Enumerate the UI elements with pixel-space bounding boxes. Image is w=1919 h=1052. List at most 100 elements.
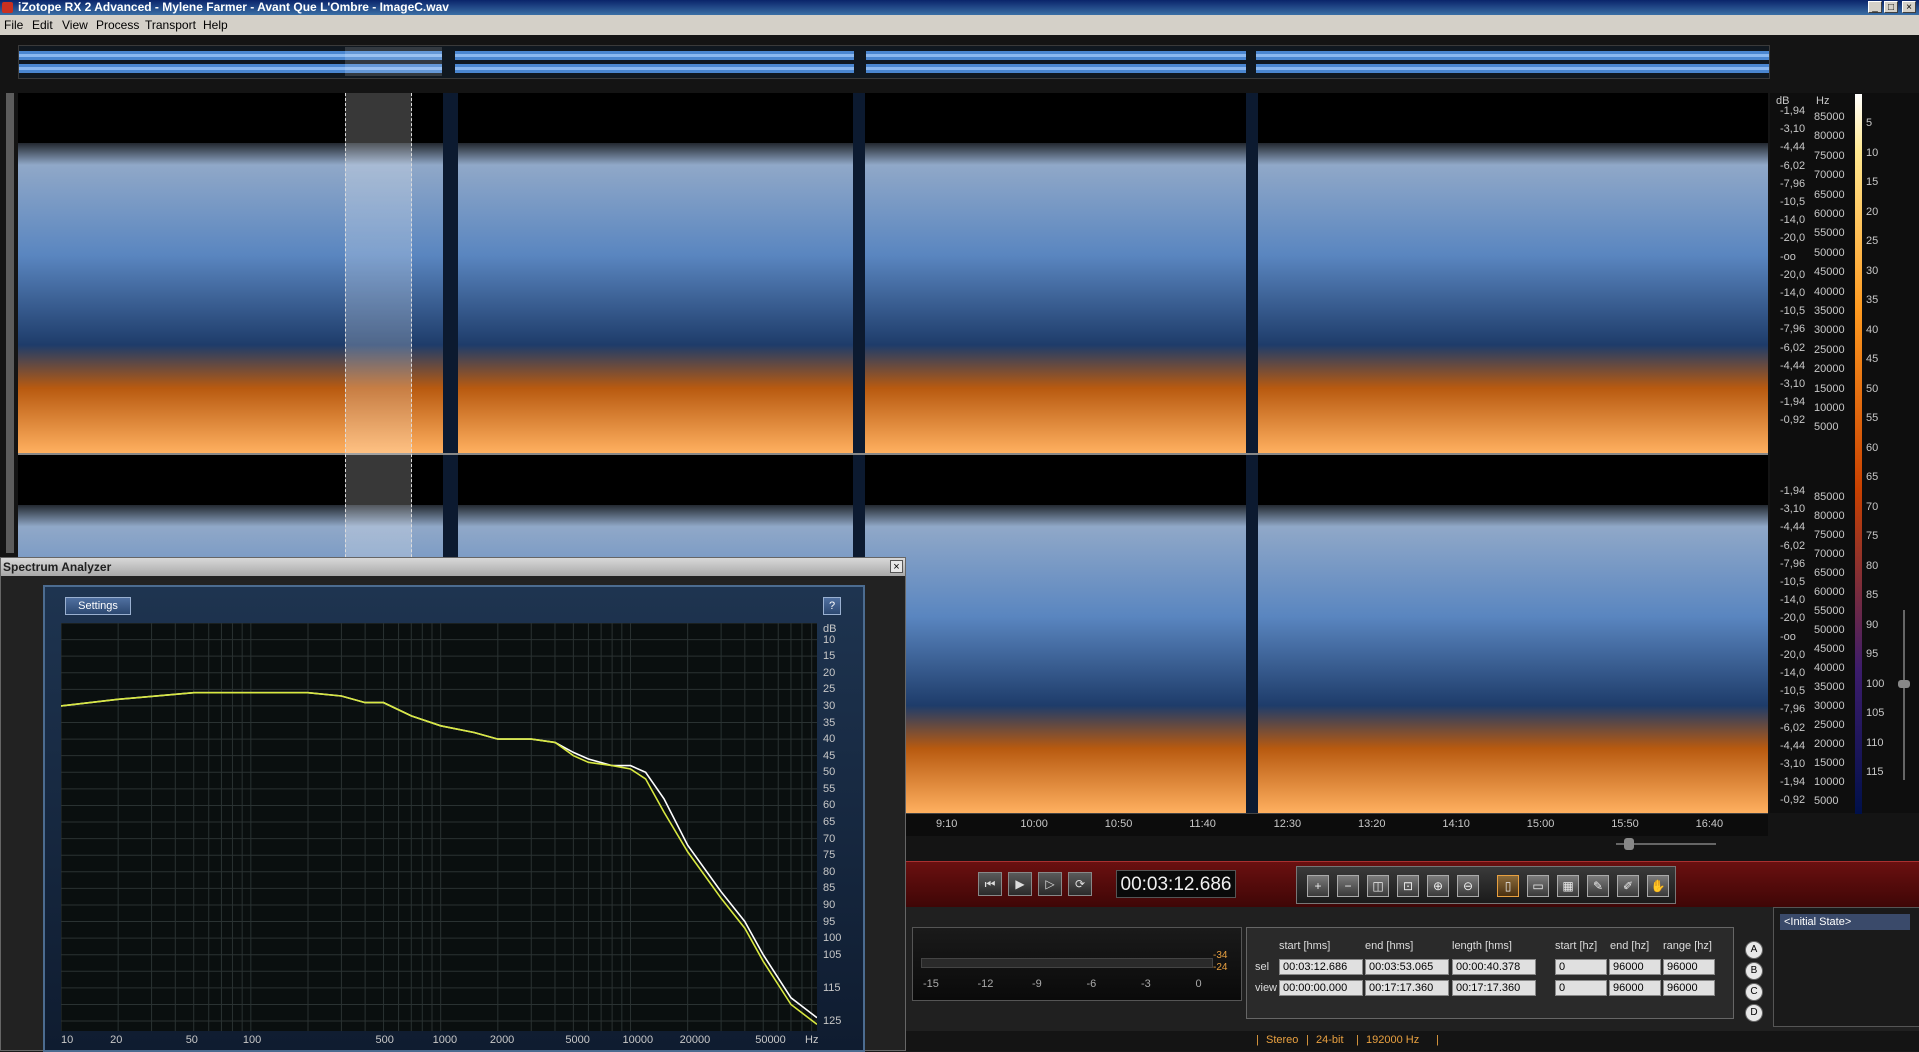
sel-range-hz-field[interactable]: 96000	[1663, 959, 1715, 975]
snapshot-d-button[interactable]: D	[1745, 1004, 1763, 1022]
menu-help[interactable]: Help	[203, 18, 228, 32]
colorbar-tick-label: 65	[1866, 471, 1879, 483]
sel-start-hz-field[interactable]: 0	[1555, 959, 1607, 975]
hz-tick-label: 45000	[1814, 266, 1845, 279]
zoom-freq-icon[interactable]: ⊖	[1457, 875, 1479, 897]
sel-end-hz-field[interactable]: 96000	[1609, 959, 1661, 975]
sel-end-hms-field[interactable]: 00:03:53.065	[1365, 959, 1449, 975]
db-tick-label: -oo	[1780, 250, 1796, 263]
status-divider: |	[1356, 1034, 1359, 1046]
horizontal-zoom-slider[interactable]	[1600, 836, 1740, 852]
menu-process[interactable]: Process	[96, 18, 139, 32]
snapshot-a-button[interactable]: A	[1745, 941, 1763, 959]
play-selection-button[interactable]: ▷	[1038, 872, 1062, 896]
zoom-all-icon[interactable]: ⊡	[1397, 875, 1419, 897]
hz-tick-label: 40000	[1814, 662, 1845, 674]
view-length-hms-field[interactable]: 00:17:17.360	[1452, 980, 1536, 996]
hz-unit-label: Hz	[1816, 95, 1830, 107]
freq-tick-label: 100	[242, 1034, 262, 1046]
spectrum-freq-axis: 10 20 50 100 500 1000 2000 5000 10000 20000 50000 H…	[61, 1034, 861, 1050]
hz-tick-label: 5000	[1814, 421, 1839, 434]
db-tick-label: -10,5	[1780, 685, 1806, 698]
vertical-zoom-slider[interactable]	[1897, 600, 1911, 800]
zoom-in-icon[interactable]: +	[1307, 875, 1329, 897]
db-tick-label: 50	[823, 766, 836, 779]
freq-tick-label: 1000	[432, 1034, 458, 1046]
spectrogram-channel-left	[18, 93, 1768, 453]
lasso-icon[interactable]: ✎	[1587, 875, 1609, 897]
view-start-hz-field[interactable]: 0	[1555, 980, 1607, 996]
menu-transport[interactable]: Transport	[145, 18, 196, 32]
hz-tick-label: 60000	[1814, 208, 1845, 220]
time-tick-label: 9:10	[936, 818, 958, 830]
db-tick-label: 30	[823, 699, 836, 712]
hz-tick-label: 45000	[1814, 643, 1845, 655]
db-tick-label: -10,5	[1780, 305, 1806, 318]
overview-selection[interactable]	[345, 47, 442, 76]
hz-tick-label: 25000	[1814, 719, 1845, 731]
waveform-overview[interactable]	[18, 45, 1770, 79]
close-button[interactable]: ×	[1902, 1, 1916, 13]
menu-view[interactable]: View	[62, 18, 88, 32]
snapshot-buttons: A B C D	[1745, 941, 1763, 1022]
db-tick-label: -4,44	[1780, 739, 1806, 752]
menu-edit[interactable]: Edit	[32, 18, 53, 32]
play-button[interactable]: ▶	[1008, 872, 1032, 896]
settings-button[interactable]: Settings	[65, 597, 131, 615]
hand-icon[interactable]: ✋	[1647, 875, 1669, 897]
time-select-icon[interactable]: ▯	[1497, 875, 1519, 897]
hz-tick-label: 15000	[1814, 382, 1845, 395]
meter-tick-label: -15	[923, 978, 939, 990]
zoom-selection-icon[interactable]: ◫	[1367, 875, 1389, 897]
meter-peak-top: -34	[1213, 950, 1228, 961]
history-item-initial[interactable]: <Initial State>	[1780, 914, 1910, 930]
sel-start-hms-field[interactable]: 00:03:12.686	[1279, 959, 1363, 975]
vertical-zoom-handle[interactable]	[1898, 680, 1910, 688]
db-tick-label: -6,02	[1780, 159, 1806, 172]
hz-tick-label: 80000	[1814, 510, 1845, 522]
db-tick-label: -7,96	[1780, 703, 1806, 716]
colorbar-tick-label: 105	[1866, 707, 1885, 719]
zoom-out-icon[interactable]: −	[1337, 875, 1359, 897]
sel-length-hms-field[interactable]: 00:00:40.378	[1452, 959, 1536, 975]
freq-tick-label: 20	[110, 1034, 123, 1046]
skip-to-start-button[interactable]: ⏮	[978, 872, 1002, 896]
minimize-button[interactable]: _	[1868, 1, 1882, 13]
hz-tick-label: 10000	[1814, 402, 1845, 414]
help-button[interactable]: ?	[823, 597, 841, 615]
loop-button[interactable]: ⟳	[1068, 872, 1092, 896]
db-tick-label: -0,92	[1780, 794, 1806, 807]
db-tick-label: -3,10	[1780, 123, 1806, 136]
db-tick-label: -3,10	[1780, 378, 1806, 390]
spectrum-analyzer-titlebar[interactable]: Spectrum Analyzer ×	[1, 558, 905, 576]
time-tick-label: 16:40	[1695, 818, 1724, 830]
horizontal-zoom-handle[interactable]	[1624, 838, 1634, 850]
zoom-time-icon[interactable]: ⊕	[1427, 875, 1449, 897]
colorbar-tick-label: 90	[1866, 618, 1879, 631]
maximize-button[interactable]: □	[1884, 1, 1898, 13]
db-tick-label: -3,10	[1780, 758, 1806, 770]
freq-tick-label: 10	[61, 1034, 74, 1046]
hz-tick-label: 65000	[1814, 567, 1845, 579]
db-tick-label: -20,0	[1780, 648, 1806, 661]
freq-tick-label: 50	[185, 1034, 198, 1046]
brush-icon[interactable]: ✐	[1617, 875, 1639, 897]
db-tick-label: -1,94	[1780, 485, 1806, 497]
view-end-hz-field[interactable]: 96000	[1609, 980, 1661, 996]
db-tick-label: 20	[823, 666, 836, 679]
snapshot-c-button[interactable]: C	[1745, 983, 1763, 1001]
time-freq-select-icon[interactable]: ▦	[1557, 875, 1579, 897]
db-tick-label: -0,92	[1780, 414, 1806, 427]
spectrum-series-line	[61, 691, 817, 1026]
freq-select-icon[interactable]: ▭	[1527, 875, 1549, 897]
spectrum-analyzer-close-button[interactable]: ×	[890, 560, 903, 573]
db-tick-label: -3,10	[1780, 503, 1806, 516]
view-range-hz-field[interactable]: 96000	[1663, 980, 1715, 996]
snapshot-b-button[interactable]: B	[1745, 962, 1763, 980]
hz-tick-label: 55000	[1814, 227, 1845, 240]
hz-tick-label: 70000	[1814, 169, 1845, 182]
view-end-hms-field[interactable]: 00:17:17.360	[1365, 980, 1449, 996]
menu-file[interactable]: File	[4, 18, 23, 32]
meter-tick-label: -6	[1086, 978, 1097, 990]
view-start-hms-field[interactable]: 00:00:00.000	[1279, 980, 1363, 996]
